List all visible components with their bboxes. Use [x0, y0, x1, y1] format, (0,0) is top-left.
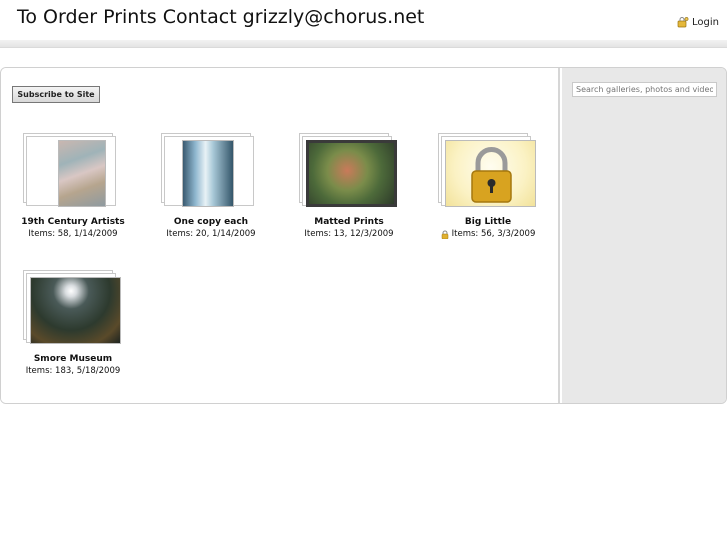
gallery-meta: Items: 20, 1/14/2009 [166, 229, 256, 239]
gallery-thumbnail[interactable] [299, 133, 399, 209]
login-label: Login [692, 16, 719, 28]
gallery-panel: Subscribe to Site 19th Century Artists I… [1, 68, 560, 403]
gallery-title[interactable]: Smore Museum [13, 354, 133, 364]
padlock-icon [471, 147, 512, 203]
gallery-item-matted-prints[interactable]: Matted Prints Items: 13, 12/3/2009 [289, 133, 409, 239]
subscribe-button[interactable]: Subscribe to Site [12, 86, 100, 103]
locked-thumbnail [445, 140, 536, 207]
gallery-meta: Items: 58, 1/14/2009 [28, 229, 118, 239]
header-divider [0, 40, 727, 48]
lock-icon [441, 230, 448, 239]
site-header: To Order Prints Contact grizzly@chorus.n… [0, 0, 727, 40]
thumbnail-image [58, 140, 106, 207]
gallery-title[interactable]: One copy each [151, 217, 271, 227]
site-title: To Order Prints Contact grizzly@chorus.n… [17, 6, 425, 28]
gallery-item-smore-museum[interactable]: Smore Museum Items: 183, 5/18/2009 [13, 270, 133, 376]
content-container: Subscribe to Site 19th Century Artists I… [0, 67, 727, 404]
gallery-item-19th-century-artists[interactable]: 19th Century Artists Items: 58, 1/14/200… [13, 133, 133, 239]
gallery-thumbnail[interactable] [438, 133, 538, 209]
gallery-meta: Items: 13, 12/3/2009 [304, 229, 394, 239]
search-input[interactable] [572, 82, 717, 97]
thumbnail-image [30, 277, 121, 344]
thumbnail-image [182, 140, 234, 207]
gallery-meta: Items: 183, 5/18/2009 [25, 366, 121, 376]
gallery-thumbnail[interactable] [161, 133, 261, 209]
gallery-meta: Items: 56, 3/3/2009 [428, 229, 548, 239]
gallery-title[interactable]: Matted Prints [289, 217, 409, 227]
sidebar [562, 68, 726, 403]
thumbnail-image [306, 140, 397, 207]
gallery-item-big-little[interactable]: Big Little Items: 56, 3/3/2009 [428, 133, 548, 239]
key-lock-icon [677, 17, 689, 28]
gallery-thumbnail[interactable] [23, 133, 123, 209]
gallery-thumbnail[interactable] [23, 270, 123, 346]
gallery-title[interactable]: Big Little [428, 217, 548, 227]
login-link[interactable]: Login [677, 16, 719, 28]
gallery-item-one-copy-each[interactable]: One copy each Items: 20, 1/14/2009 [151, 133, 271, 239]
gallery-title[interactable]: 19th Century Artists [13, 217, 133, 227]
